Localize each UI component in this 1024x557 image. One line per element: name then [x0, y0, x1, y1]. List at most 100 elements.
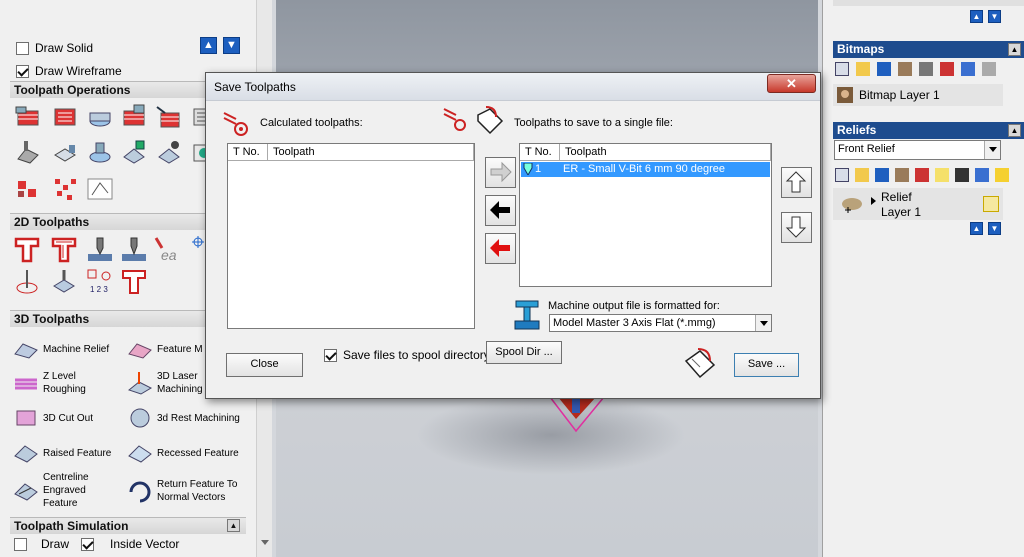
- profile-2d-icon[interactable]: [13, 236, 41, 264]
- move-toolpath-down-button[interactable]: [781, 212, 812, 243]
- save-file-icon: [684, 348, 716, 379]
- chevron-down-icon[interactable]: [755, 315, 771, 331]
- visibility-bulb-icon[interactable]: [983, 196, 999, 212]
- draw-solid-row[interactable]: Draw Solid: [16, 41, 93, 55]
- spiral-2d-icon[interactable]: [13, 268, 41, 296]
- calculated-toolpaths-list[interactable]: T No. Toolpath: [227, 143, 475, 329]
- layer-down-button[interactable]: ▼: [988, 10, 1001, 23]
- save-toolpaths-list[interactable]: T No. Toolpath 1 ER - Small V-Bit 6 mm 9…: [519, 143, 772, 287]
- sim-draw-checkbox[interactable]: [14, 537, 27, 551]
- machine-format-select[interactable]: Model Master 3 Axis Flat (*.mmg): [549, 314, 772, 332]
- relief-up-button[interactable]: ▲: [970, 222, 983, 235]
- fluting-toolpath-icon[interactable]: [14, 139, 42, 167]
- cut-out-tool[interactable]: 3D Cut Out: [13, 405, 93, 431]
- toolpath-simulation-header[interactable]: Toolpath Simulation ▲: [10, 517, 246, 534]
- delete-icon[interactable]: [961, 62, 975, 76]
- prism-toolpath-icon[interactable]: [51, 139, 79, 167]
- table-row[interactable]: 1 ER - Small V-Bit 6 mm 90 degree: [521, 162, 770, 177]
- light-icon[interactable]: [935, 168, 949, 182]
- inside-vector-checkbox[interactable]: [81, 537, 95, 551]
- pocket-toolpath-icon[interactable]: [51, 103, 79, 131]
- save-relief-icon[interactable]: [875, 168, 889, 182]
- layer-up-button[interactable]: ▲: [970, 10, 983, 23]
- engrave-text-icon[interactable]: ea: [153, 236, 181, 264]
- open-folder-icon[interactable]: [856, 62, 870, 76]
- feature-machining-tool[interactable]: Feature M: [127, 336, 203, 362]
- new-bitmap-icon[interactable]: [835, 62, 849, 76]
- delete-relief-icon[interactable]: [975, 168, 989, 182]
- chevron-down-icon[interactable]: [984, 141, 1000, 159]
- camera-icon[interactable]: [955, 168, 969, 182]
- block-toolpath-icon[interactable]: [14, 175, 42, 203]
- save-col-t-no[interactable]: T No.: [520, 144, 560, 160]
- machine-relief-tool[interactable]: Machine Relief: [13, 336, 109, 362]
- reliefs-collapse-icon[interactable]: ▲: [1008, 124, 1021, 137]
- col-toolpath[interactable]: Toolpath: [268, 144, 474, 160]
- save-icon[interactable]: [877, 62, 891, 76]
- sequence-2d-icon[interactable]: 1 2 3: [86, 268, 114, 296]
- sketch-toolpath-icon[interactable]: [86, 175, 114, 203]
- layers-icon[interactable]: [915, 168, 929, 182]
- close-button[interactable]: Close: [226, 353, 303, 377]
- laser-machining-tool[interactable]: 3D Laser Machining: [127, 370, 203, 396]
- draw-wireframe-row[interactable]: Draw Wireframe: [16, 64, 122, 78]
- spool-dir-button[interactable]: Spool Dir ...: [486, 341, 562, 364]
- add-toolpath-button[interactable]: [485, 157, 516, 188]
- vbit-2d-icon[interactable]: [120, 236, 148, 264]
- relief-layer-line1: Relief: [881, 190, 912, 204]
- remove-toolpath-button[interactable]: [485, 195, 516, 226]
- dialog-titlebar[interactable]: Save Toolpaths ✕: [206, 73, 820, 101]
- drill-toolpath-icon[interactable]: [86, 103, 114, 131]
- z-level-roughing-tool[interactable]: Z Level Roughing: [13, 370, 86, 396]
- plunge-2d-icon[interactable]: [86, 236, 114, 264]
- vcarve-toolpath-icon[interactable]: [120, 103, 148, 131]
- collapse-icon[interactable]: ▲: [227, 519, 240, 532]
- new-relief-icon[interactable]: [835, 168, 849, 182]
- grey-bitmap-icon[interactable]: [919, 62, 933, 76]
- save-row-t-no: 1: [535, 163, 542, 175]
- draw-wireframe-checkbox[interactable]: [16, 64, 29, 78]
- reliefs-header[interactable]: Reliefs ▲: [833, 122, 1024, 139]
- profile-toolpath-icon[interactable]: [14, 103, 42, 131]
- spool-directory-checkbox[interactable]: [324, 348, 337, 362]
- texture-toolpath-icon[interactable]: [155, 103, 183, 131]
- bulb-icon[interactable]: [995, 168, 1009, 182]
- inlay-2d-icon[interactable]: [120, 268, 148, 296]
- move-toolpath-up-button[interactable]: [781, 167, 812, 198]
- slot-2d-icon[interactable]: [50, 268, 78, 296]
- expand-icon[interactable]: [871, 197, 876, 205]
- chamfer-toolpath-icon[interactable]: [86, 139, 114, 167]
- area-clearance-icon[interactable]: [50, 236, 78, 264]
- draw-solid-checkbox[interactable]: [16, 41, 29, 55]
- relief-layer-row[interactable]: Relief Layer 1: [833, 188, 1003, 220]
- scroll-down-icon[interactable]: [261, 540, 269, 545]
- save-toolpath-icon[interactable]: [120, 139, 148, 167]
- centreline-engraved-tool[interactable]: Centreline Engraved Feature: [13, 471, 89, 510]
- sculpt-icon[interactable]: [895, 168, 909, 182]
- remove-all-toolpaths-button[interactable]: [485, 233, 516, 264]
- move-up-button[interactable]: ▲: [200, 37, 217, 54]
- open-relief-icon[interactable]: [855, 168, 869, 182]
- save-col-toolpath[interactable]: Toolpath: [560, 144, 771, 160]
- raised-feature-tool[interactable]: Raised Feature: [13, 440, 111, 466]
- spool-directory-row[interactable]: Save files to spool directory: [324, 348, 490, 362]
- rest-machining-tool[interactable]: 3d Rest Machining: [127, 405, 240, 431]
- col-t-no[interactable]: T No.: [228, 144, 268, 160]
- brush-icon[interactable]: [898, 62, 912, 76]
- save-button[interactable]: Save ...: [734, 353, 799, 377]
- relief-select[interactable]: Front Relief: [834, 140, 1001, 160]
- dialog-close-button[interactable]: ✕: [767, 74, 816, 93]
- sim-draw-row[interactable]: Draw Inside Vector: [14, 537, 179, 551]
- photo-icon[interactable]: [940, 62, 954, 76]
- settings-icon[interactable]: [982, 62, 996, 76]
- relief-down-button[interactable]: ▼: [988, 222, 1001, 235]
- move-down-button[interactable]: ▼: [223, 37, 240, 54]
- return-feature-tool[interactable]: Return Feature To Normal Vectors: [127, 478, 237, 504]
- bitmap-layer-row[interactable]: Bitmap Layer 1: [833, 84, 1003, 106]
- recessed-feature-tool[interactable]: Recessed Feature: [127, 440, 239, 466]
- merge-toolpath-icon[interactable]: [155, 139, 183, 167]
- bitmaps-header[interactable]: Bitmaps ▲: [833, 41, 1024, 58]
- bitmaps-collapse-icon[interactable]: ▲: [1008, 43, 1021, 56]
- arrow-left-red-icon: [490, 239, 510, 257]
- nesting-toolpath-icon[interactable]: [51, 175, 79, 203]
